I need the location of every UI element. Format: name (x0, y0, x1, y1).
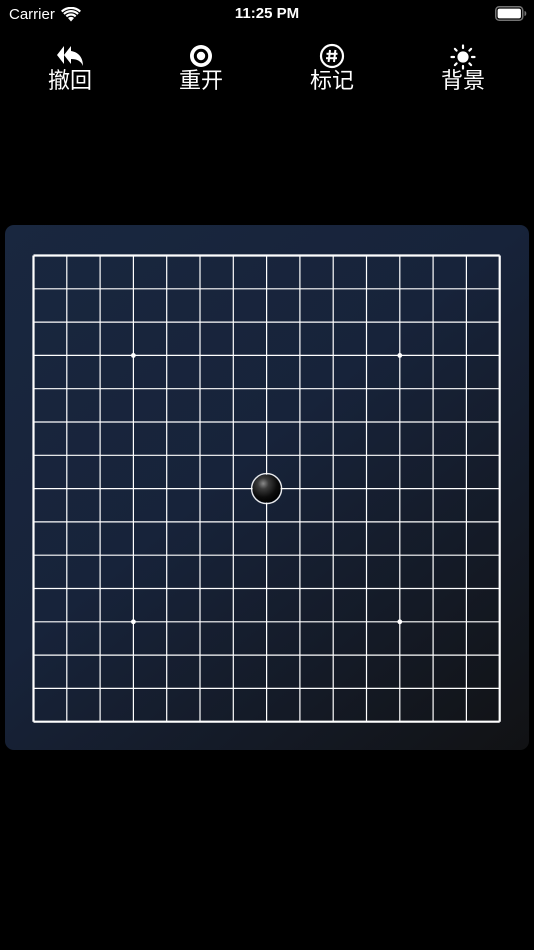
battery-full-icon (495, 6, 527, 21)
background-button[interactable]: 背景 (418, 42, 508, 102)
undo-button[interactable]: 撤回 (25, 42, 115, 102)
restart-icon (190, 45, 212, 67)
restart-button[interactable]: 重开 (156, 42, 246, 102)
restart-label: 重开 (178, 69, 223, 94)
undo-icon (57, 46, 83, 66)
hash-mark-icon (319, 43, 345, 69)
mark-button[interactable]: 标记 (287, 42, 377, 102)
toolbar: 撤回 重开 标记 背景 (0, 42, 534, 102)
sun-icon (450, 44, 476, 70)
clock: 11:25 PM (234, 5, 300, 22)
board-panel (5, 225, 529, 750)
star-point (131, 619, 136, 625)
star-point (397, 353, 403, 358)
star-point (131, 353, 136, 358)
mark-label: 标记 (309, 69, 354, 94)
go-board[interactable] (5, 225, 529, 750)
star-point (397, 619, 403, 625)
status-bar: Carrier 11:25 PM (0, 0, 534, 28)
undo-label: 撤回 (47, 69, 92, 94)
black-stone[interactable] (250, 472, 283, 505)
background-label: 背景 (440, 69, 485, 94)
